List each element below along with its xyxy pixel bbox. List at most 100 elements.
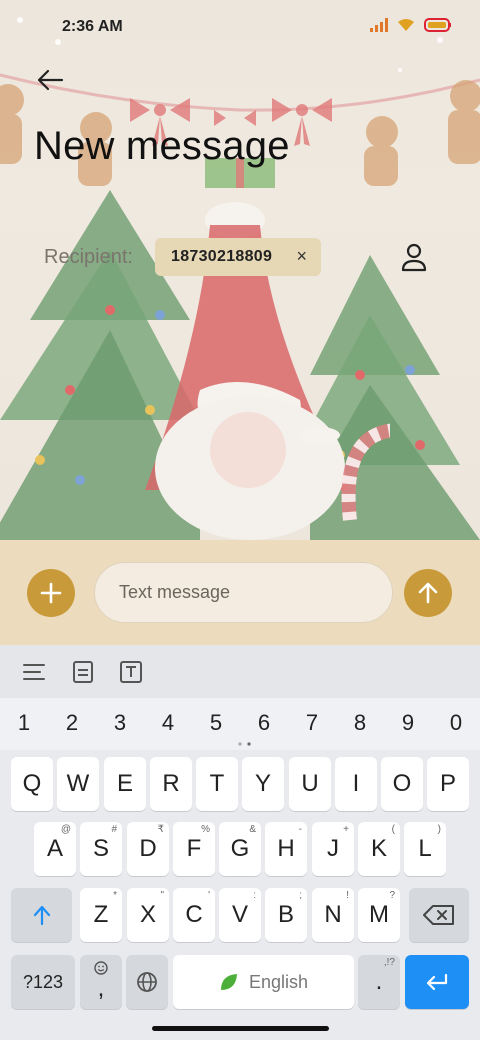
key-label: G: [230, 835, 250, 862]
key-t[interactable]: T: [196, 757, 238, 811]
send-button[interactable]: [404, 569, 452, 617]
space-key[interactable]: English: [173, 955, 354, 1009]
enter-key[interactable]: [405, 955, 469, 1009]
key-sublabel: ;: [299, 890, 302, 901]
leaf-icon: [220, 974, 237, 990]
remove-recipient-icon[interactable]: ×: [296, 246, 307, 267]
key-sublabel: ': [208, 890, 210, 901]
key-k[interactable]: (K: [358, 822, 400, 876]
key-0[interactable]: 0: [441, 710, 471, 736]
key-label: L: [418, 835, 432, 862]
key-label: T: [209, 770, 225, 797]
key-e[interactable]: E: [104, 757, 146, 811]
key-f[interactable]: % F: [173, 822, 215, 876]
status-time: 2:36 AM: [62, 18, 123, 35]
emoji-comma-key[interactable]: ,: [80, 955, 122, 1009]
key-j[interactable]: + J: [312, 822, 354, 876]
key-2[interactable]: 2: [57, 710, 87, 736]
key-n[interactable]: ! N: [312, 888, 354, 942]
key-label: M: [369, 901, 389, 928]
key-h[interactable]: -H: [265, 822, 307, 876]
key-label: A: [46, 835, 63, 862]
attach-button[interactable]: [27, 569, 75, 617]
back-arrow-icon[interactable]: [34, 64, 66, 96]
key-a[interactable]: @ A: [34, 822, 76, 876]
key-5[interactable]: 5: [201, 710, 231, 736]
key-sublabel: (: [391, 824, 395, 835]
key-label: N: [324, 901, 342, 928]
key-6[interactable]: 6: [249, 710, 279, 736]
key-sublabel: @: [60, 824, 71, 835]
key-sublabel: :: [253, 890, 256, 901]
key-r[interactable]: R: [150, 757, 192, 811]
plus-icon: [40, 582, 62, 604]
key-l[interactable]: ) L: [404, 822, 446, 876]
contact-picker-icon[interactable]: [400, 242, 428, 272]
key-3[interactable]: 3: [105, 710, 135, 736]
recipient-number: 18730218809: [171, 248, 273, 265]
message-input[interactable]: [94, 562, 393, 623]
backspace-key[interactable]: [409, 888, 469, 942]
key-label: E: [116, 770, 133, 797]
key-s[interactable]: # S: [80, 822, 122, 876]
key-label: S: [92, 835, 109, 862]
key-x[interactable]: " X: [127, 888, 169, 942]
keyboard: 1 2 3 4 5 6 7 8 9 0 Q W E R T Y U I O P …: [0, 645, 480, 1040]
key-d[interactable]: ₹ D: [127, 822, 169, 876]
menu-lines-icon[interactable]: [22, 661, 46, 683]
key-sublabel: ,!?: [383, 957, 395, 968]
symbols-key[interactable]: ?123: [11, 955, 75, 1009]
text-box-icon[interactable]: [119, 661, 143, 683]
key-w[interactable]: W: [57, 757, 99, 811]
key-8[interactable]: 8: [345, 710, 375, 736]
key-sublabel: ": [160, 890, 164, 901]
letter-keys: Q W E R T Y U I O P @ A # S ₹ D % F & G -H + J…: [0, 750, 480, 1040]
key-y[interactable]: Y: [242, 757, 284, 811]
home-indicator[interactable]: [152, 1026, 329, 1031]
wifi-icon: [398, 19, 414, 31]
key-label: D: [139, 835, 157, 862]
language-key[interactable]: [126, 955, 168, 1009]
key-label: ,: [97, 975, 105, 1002]
key-o[interactable]: O: [381, 757, 423, 811]
key-q[interactable]: Q: [11, 757, 53, 811]
key-1[interactable]: 1: [9, 710, 39, 736]
key-label: O: [392, 770, 412, 797]
key-b[interactable]: ; B: [265, 888, 307, 942]
key-label: B: [277, 901, 294, 928]
enter-arrow-icon: [426, 973, 448, 991]
key-u[interactable]: U: [289, 757, 331, 811]
key-label: R: [162, 770, 180, 797]
key-v[interactable]: :V: [219, 888, 261, 942]
key-label: F: [186, 835, 202, 862]
key-label: Y: [254, 770, 271, 797]
key-4[interactable]: 4: [153, 710, 183, 736]
key-c[interactable]: ' C: [173, 888, 215, 942]
battery-icon: [424, 18, 451, 32]
compose-bar: [0, 540, 480, 645]
backspace-icon: [423, 905, 454, 925]
period-key[interactable]: ,!?.: [358, 955, 400, 1009]
number-row: 1 2 3 4 5 6 7 8 9 0: [0, 698, 480, 750]
key-sublabel: *: [113, 890, 117, 901]
key-7[interactable]: 7: [297, 710, 327, 736]
key-m[interactable]: ? M: [358, 888, 400, 942]
recipient-chip[interactable]: 18730218809 ×: [155, 238, 321, 276]
key-label: English: [248, 971, 309, 992]
key-9[interactable]: 9: [393, 710, 423, 736]
key-label: K: [370, 835, 387, 862]
arrow-up-icon: [418, 582, 438, 604]
key-label: .: [375, 968, 383, 995]
key-z[interactable]: * Z: [80, 888, 122, 942]
key-g[interactable]: & G: [219, 822, 261, 876]
clipboard-icon[interactable]: [71, 661, 95, 683]
key-p[interactable]: P: [427, 757, 469, 811]
key-label: ?123: [22, 971, 64, 992]
key-i[interactable]: I: [335, 757, 377, 811]
key-label: V: [231, 901, 248, 928]
key-label: Z: [93, 901, 109, 928]
key-sublabel: +: [343, 824, 349, 835]
signal-icon: [370, 18, 388, 32]
shift-key[interactable]: [11, 888, 72, 942]
keyboard-toolbar: [0, 645, 480, 698]
